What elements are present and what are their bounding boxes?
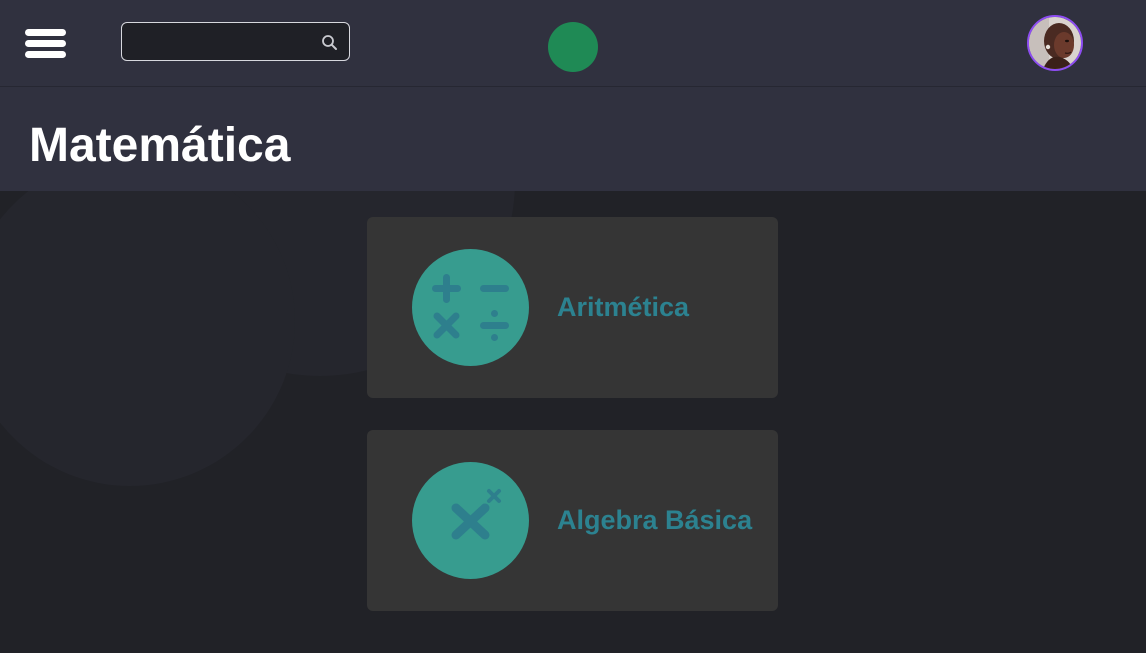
topic-label: Algebra Básica — [557, 505, 753, 535]
avatar-portrait-image — [1029, 17, 1081, 69]
arithmetic-operators-icon — [412, 249, 529, 366]
user-avatar[interactable] — [1027, 15, 1083, 71]
topic-card-arithmetic[interactable]: Aritmética — [367, 217, 778, 398]
topic-card-basic-algebra[interactable]: Algebra Básica — [367, 430, 778, 611]
hamburger-menu-icon[interactable] — [25, 29, 66, 59]
search-box — [121, 22, 350, 61]
search-input[interactable] — [130, 29, 314, 56]
algebra-variable-icon — [412, 462, 529, 579]
logo[interactable] — [548, 22, 598, 72]
search-icon[interactable] — [321, 34, 338, 51]
page-title: Matemática — [29, 119, 291, 172]
top-navigation-bar — [0, 0, 1146, 87]
topic-label: Aritmética — [557, 292, 690, 322]
